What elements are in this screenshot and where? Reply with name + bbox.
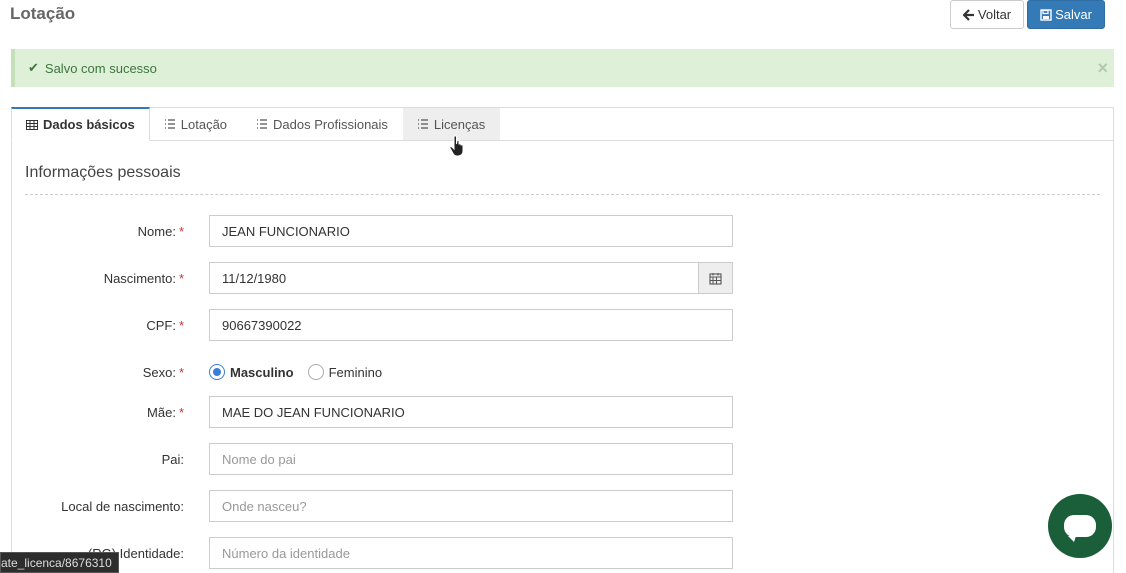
nascimento-date-group: [209, 262, 733, 294]
radio-label: Feminino: [328, 364, 383, 380]
mae-label: Mãe: *: [147, 404, 184, 420]
calendar-button[interactable]: [699, 262, 733, 294]
section-divider: [25, 194, 1100, 195]
pai-input[interactable]: [209, 443, 733, 475]
list-icon: [417, 119, 428, 129]
table-icon: [26, 119, 38, 130]
mae-input[interactable]: [209, 396, 733, 428]
save-button[interactable]: Salvar: [1027, 0, 1105, 29]
calendar-icon: [709, 272, 722, 285]
alert-close-button[interactable]: ×: [1097, 58, 1108, 79]
radio-dot: [307, 364, 324, 380]
tab-label: Licenças: [433, 116, 486, 132]
floppy-icon: [1040, 8, 1052, 21]
local-nascimento-label: Local de nascimento:: [61, 498, 184, 514]
row-identidade: (RG) Identidade:: [12, 537, 1112, 569]
top-actions: Voltar Salvar: [949, 0, 1105, 29]
list-icon: [164, 119, 175, 129]
cpf-input[interactable]: [209, 309, 733, 341]
chat-bubble-icon: [1064, 515, 1096, 542]
list-icon: [257, 119, 268, 129]
radio-masculino[interactable]: Masculino: [209, 364, 294, 380]
tab-dados-profissionais[interactable]: Dados Profissionais: [242, 108, 403, 140]
tab-dados-basicos[interactable]: Dados básicos: [11, 107, 150, 141]
arrow-left-icon: [962, 8, 974, 21]
back-button[interactable]: Voltar: [949, 0, 1025, 29]
tab-label: Dados básicos: [43, 117, 135, 132]
radio-dot: [209, 364, 225, 380]
row-nome: Nome: *: [12, 215, 1112, 247]
nome-input[interactable]: [209, 215, 733, 247]
chat-button[interactable]: [1048, 494, 1112, 558]
radio-feminino[interactable]: Feminino: [307, 364, 383, 380]
tab-bar: Dados básicos Lotação Dados Profissionai…: [11, 107, 1113, 141]
back-button-label: Voltar: [977, 7, 1012, 22]
page-title: Lotação: [10, 4, 76, 23]
row-pai: Pai:: [12, 443, 1112, 475]
row-local-nascimento: Local de nascimento:: [12, 490, 1112, 522]
tab-label: Lotação: [180, 116, 228, 132]
save-button-label: Salvar: [1055, 7, 1092, 22]
status-bar-url: ate_licenca/8676310: [0, 552, 119, 573]
nascimento-label: Nascimento: *: [103, 270, 184, 286]
form-panel: Dados básicos Lotação Dados Profissionai…: [11, 107, 1114, 573]
pai-label: Pai:: [161, 451, 184, 467]
local-nascimento-input[interactable]: [209, 490, 733, 522]
nome-label: Nome: *: [137, 223, 184, 239]
sexo-label: Sexo: *: [142, 364, 184, 380]
hand-cursor-icon: [449, 135, 464, 157]
check-icon: ✔: [28, 60, 39, 75]
row-sexo: Sexo: * Masculino Feminino: [12, 356, 1112, 388]
tab-label: Dados Profissionais: [273, 116, 388, 132]
row-mae: Mãe: *: [12, 396, 1112, 428]
nascimento-input[interactable]: [209, 262, 699, 294]
tab-lotacao[interactable]: Lotação: [150, 108, 242, 140]
section-title: Informações pessoais: [25, 164, 181, 181]
cpf-label: CPF: *: [146, 317, 184, 333]
sexo-radio-group: Masculino Feminino: [209, 364, 382, 380]
identidade-input[interactable]: [209, 537, 733, 569]
alert-message: Salvo com sucesso: [44, 60, 157, 76]
row-nascimento: Nascimento: *: [12, 262, 1112, 294]
radio-label: Masculino: [230, 364, 294, 380]
row-cpf: CPF: *: [12, 309, 1112, 341]
success-alert: ✔ Salvo com sucesso ×: [11, 49, 1114, 87]
